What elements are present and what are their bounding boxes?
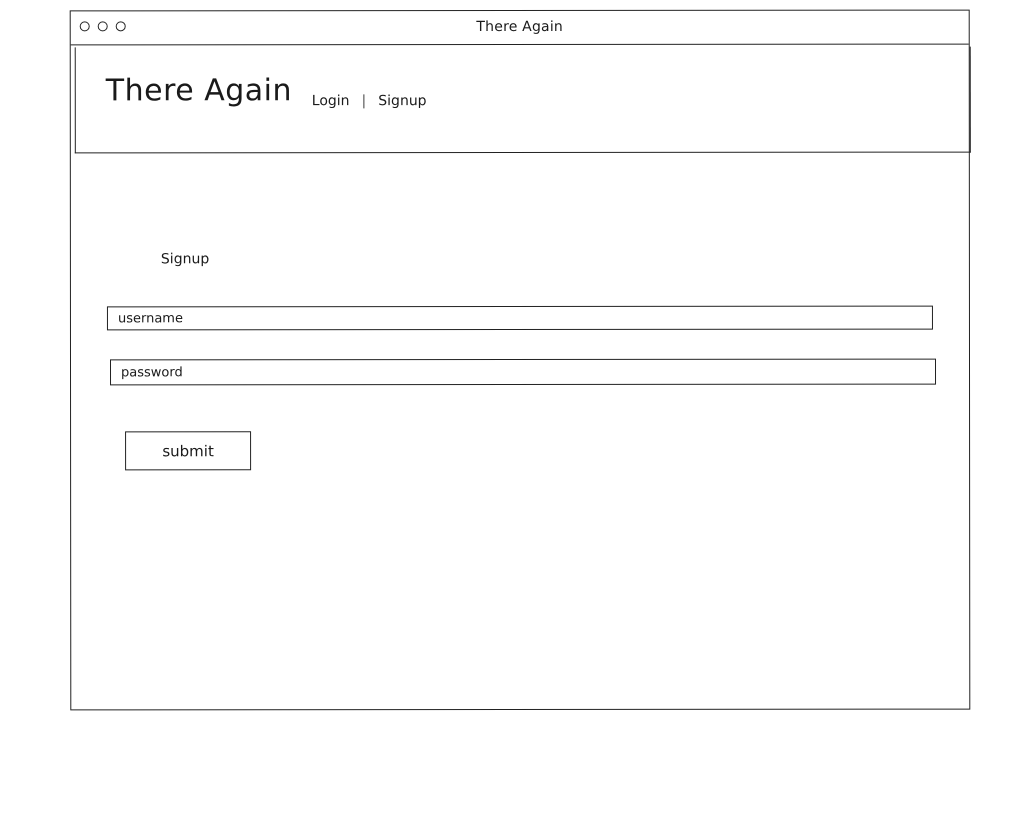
username-field[interactable] — [106, 305, 933, 331]
password-field[interactable] — [109, 358, 937, 386]
header-nav: Login | Signup — [312, 93, 427, 109]
signup-form-title: Signup — [160, 251, 210, 268]
site-brand: There Again — [105, 73, 293, 109]
nav-signup-link[interactable]: Signup — [378, 93, 426, 109]
browser-window: There Again There Again Login | Signup S… — [69, 9, 971, 711]
submit-button[interactable]: submit — [125, 431, 252, 471]
window-titlebar: There Again — [70, 10, 969, 46]
window-title: There Again — [476, 18, 563, 36]
nav-separator: | — [361, 93, 367, 110]
nav-login-link[interactable]: Login — [312, 93, 350, 109]
site-header: There Again Login | Signup — [74, 46, 971, 154]
